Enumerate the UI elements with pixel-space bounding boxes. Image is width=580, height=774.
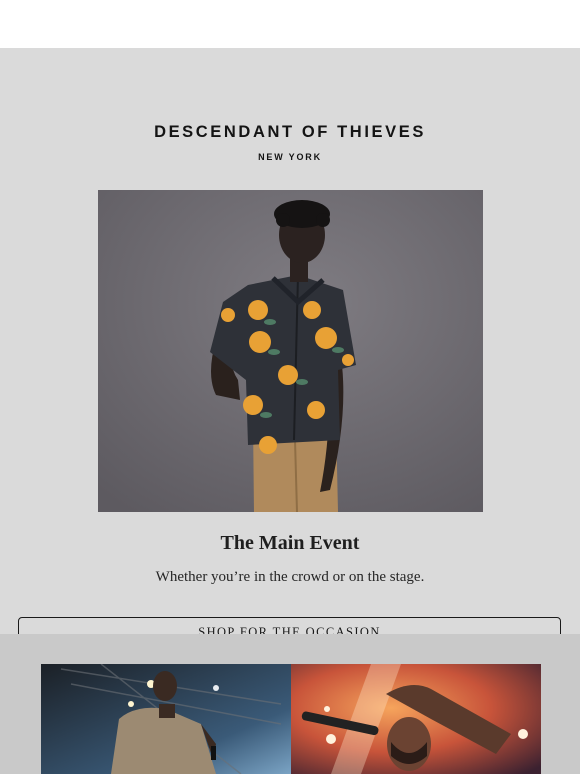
hero-image[interactable] [98,190,483,512]
headline: The Main Event [220,532,360,554]
stage-photo-left [41,664,291,774]
subheadline: Whether you’re in the crowd or on the st… [155,569,425,585]
brand-location: NEW YORK [258,152,322,162]
hero-photo [98,190,483,512]
gallery-section [0,634,580,774]
email-body: DESCENDANT OF THIEVES NEW YORK The Main … [0,48,580,648]
brand-logo[interactable]: DESCENDANT OF THIEVES [0,123,580,142]
gallery-image-right[interactable] [291,664,541,774]
gallery-image-left[interactable] [41,664,291,774]
top-strip [0,0,580,48]
stage-photo-right [291,664,541,774]
